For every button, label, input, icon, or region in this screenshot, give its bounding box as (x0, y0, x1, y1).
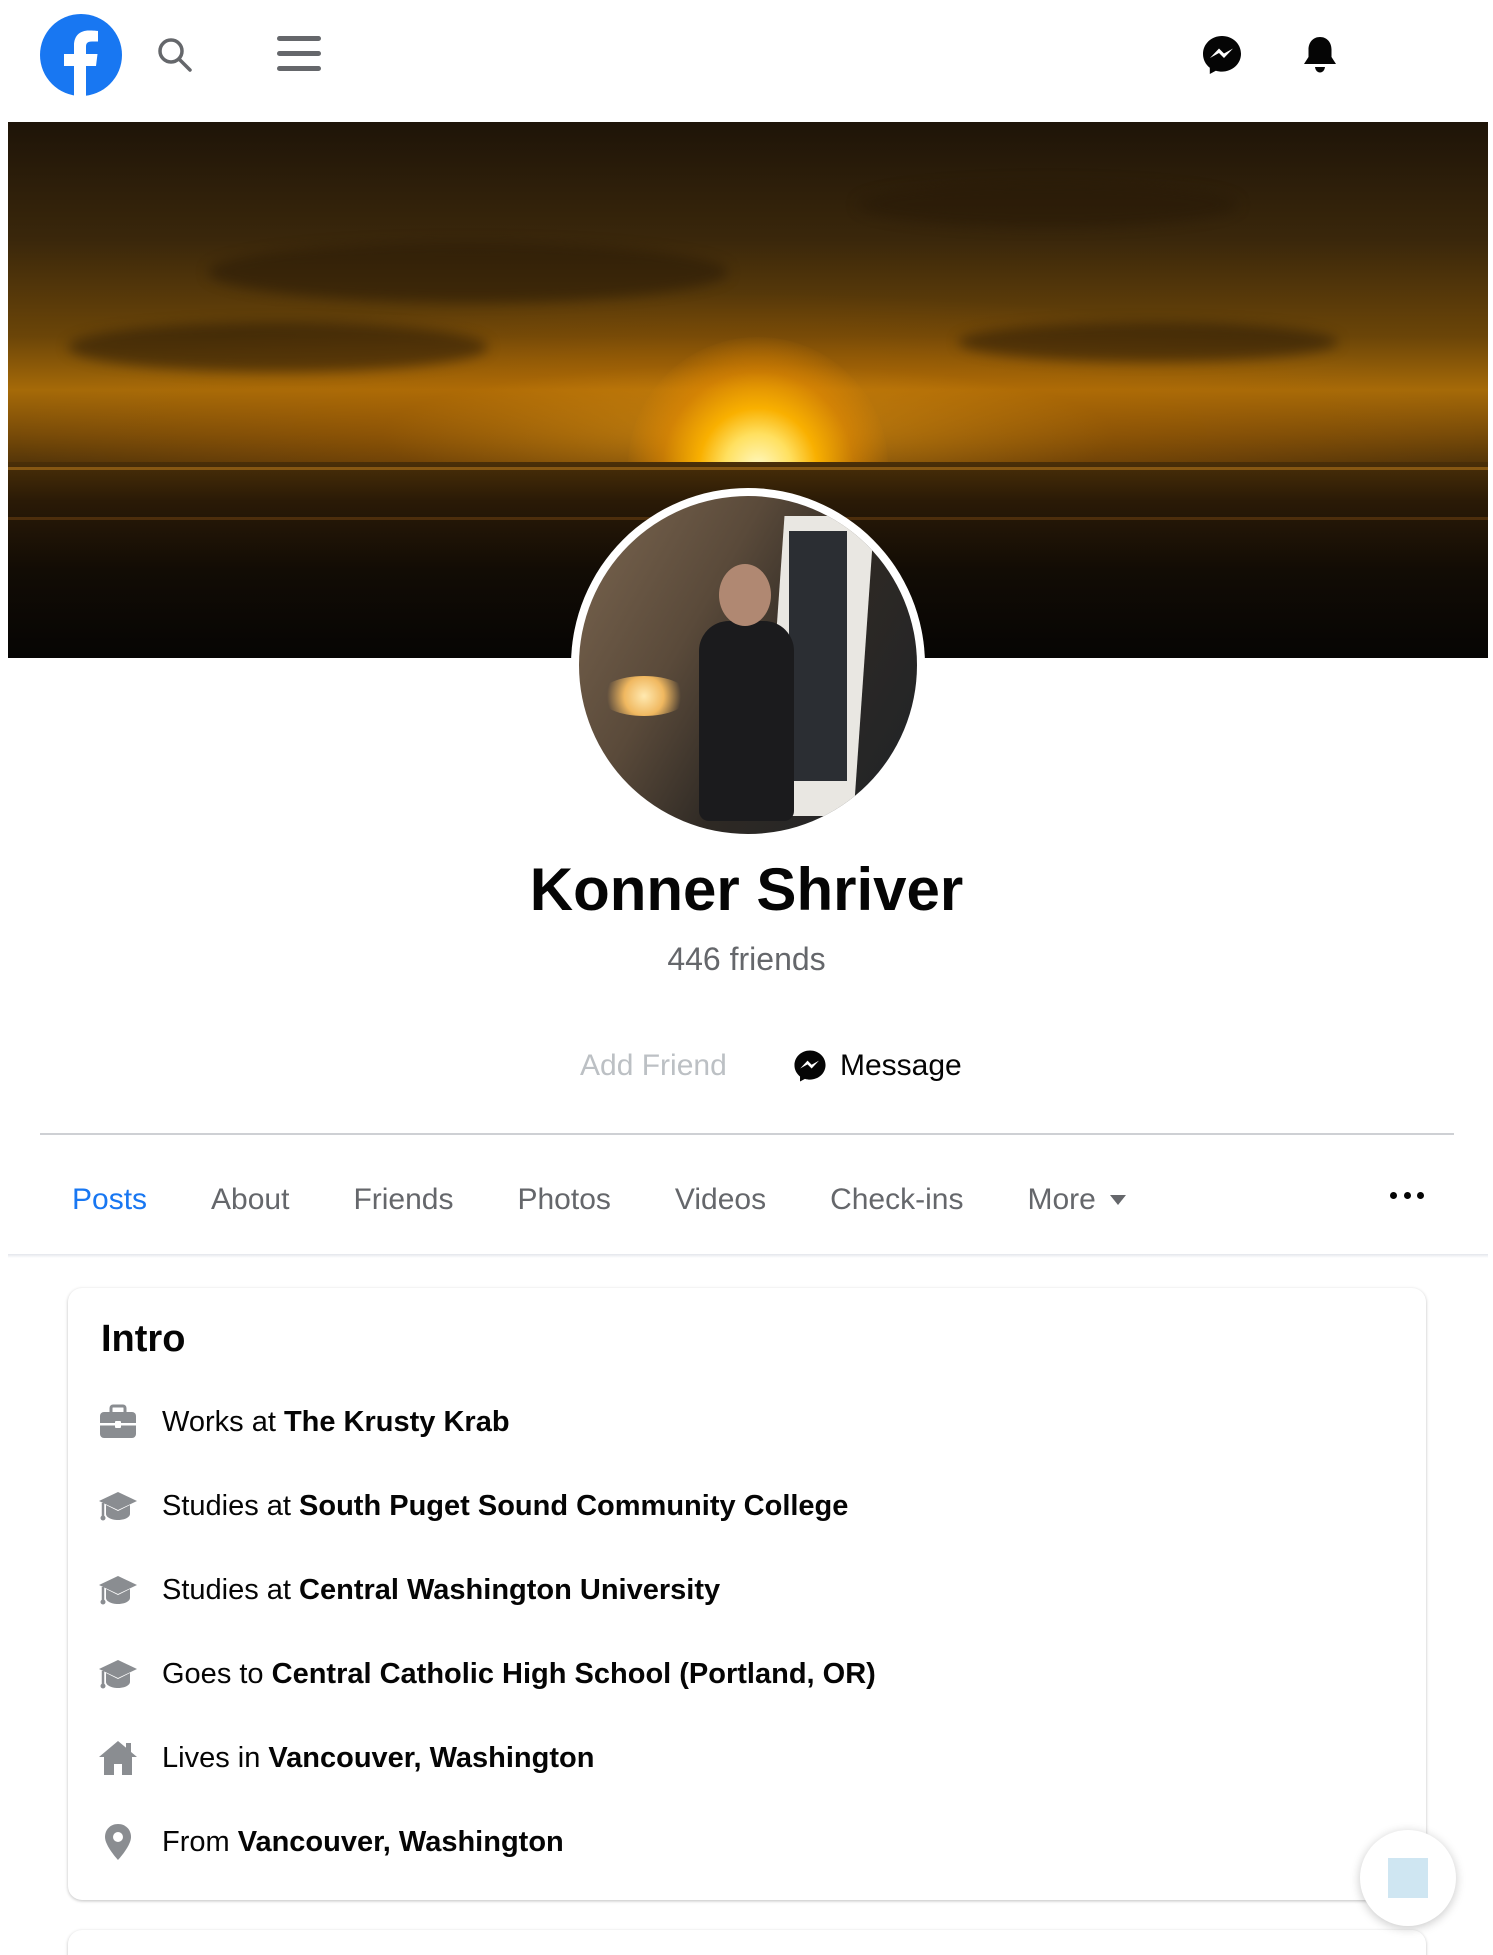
profile-name: Konner Shriver (529, 856, 964, 923)
intro-item-work: Works at The Krusty Krab (96, 1400, 510, 1444)
bell-icon[interactable] (1298, 33, 1342, 77)
avatar-person-head (719, 564, 771, 626)
intro-item-education: Studies at Central Washington University (96, 1568, 720, 1612)
tab-friends[interactable]: Friends (353, 1183, 453, 1217)
top-bar (0, 0, 1493, 120)
fab-square-icon (1388, 1858, 1428, 1898)
intro-item-link[interactable]: Vancouver, Washington (268, 1742, 594, 1774)
intro-item-link[interactable]: South Puget Sound Community College (299, 1490, 848, 1522)
facebook-logo-icon[interactable] (40, 14, 122, 96)
avatar-candle-glow (599, 676, 689, 716)
intro-item-prefix: Studies at (162, 1573, 300, 1606)
next-card (68, 1930, 1426, 1955)
intro-item-text: Studies at South Puget Sound Community C… (162, 1490, 848, 1523)
intro-item-education: Goes to Central Catholic High School (Po… (96, 1652, 876, 1696)
cover-cloud (858, 182, 1238, 227)
intro-item-prefix: Studies at (162, 1489, 300, 1522)
location-pin-icon (96, 1820, 140, 1864)
message-button-label: Message (840, 1049, 962, 1082)
intro-item-link[interactable]: Central Washington University (299, 1574, 720, 1606)
intro-item-prefix: Goes to (162, 1657, 272, 1690)
search-icon[interactable] (155, 35, 195, 75)
house-icon (96, 1736, 140, 1780)
intro-item-text: Studies at Central Washington University (162, 1574, 720, 1607)
message-button[interactable]: Message (792, 1045, 962, 1087)
tab-posts[interactable]: Posts (72, 1183, 147, 1217)
profile-avatar[interactable] (571, 488, 925, 842)
tab-about[interactable]: About (211, 1183, 289, 1217)
avatar-photo (579, 496, 917, 834)
intro-item-prefix: From (162, 1825, 238, 1858)
intro-item-lives-in: Lives in Vancouver, Washington (96, 1736, 594, 1780)
graduation-cap-icon (96, 1568, 140, 1612)
profile-page: Konner Shriver 446 friends Add Friend Me… (0, 0, 1493, 1955)
messenger-icon (794, 1050, 826, 1082)
tab-more-label: More (1027, 1183, 1096, 1216)
hamburger-menu-icon[interactable] (275, 30, 323, 78)
graduation-cap-icon (96, 1652, 140, 1696)
avatar-person-body (699, 621, 794, 821)
intro-title: Intro (101, 1318, 186, 1360)
profile-tabs: Posts About Friends Photos Videos Check-… (72, 1175, 1190, 1225)
intro-item-link[interactable]: The Krusty Krab (284, 1406, 510, 1438)
divider (40, 1133, 1454, 1135)
intro-card: Intro Works at The Krusty Krab Studies a… (68, 1288, 1426, 1900)
intro-item-text: Works at The Krusty Krab (162, 1406, 510, 1439)
tabs-separator (8, 1254, 1488, 1258)
graduation-cap-icon (96, 1484, 140, 1528)
intro-item-link[interactable]: Central Catholic High School (Portland, … (272, 1658, 876, 1690)
intro-item-text: From Vancouver, Washington (162, 1826, 564, 1859)
messenger-icon[interactable] (1200, 33, 1244, 77)
intro-item-prefix: Works at (162, 1405, 284, 1438)
avatar-door-glass (789, 531, 847, 781)
cover-cloud (958, 322, 1338, 362)
friends-count[interactable]: 446 friends (0, 941, 1493, 978)
tab-photos[interactable]: Photos (517, 1183, 610, 1217)
intro-item-link[interactable]: Vancouver, Washington (238, 1826, 564, 1858)
intro-item-education: Studies at South Puget Sound Community C… (96, 1484, 848, 1528)
intro-item-from: From Vancouver, Washington (96, 1820, 564, 1864)
tab-more[interactable]: More (1027, 1183, 1126, 1217)
briefcase-icon (96, 1400, 140, 1444)
tab-videos[interactable]: Videos (675, 1183, 766, 1217)
intro-item-text: Goes to Central Catholic High School (Po… (162, 1658, 876, 1691)
caret-down-icon (1109, 1195, 1126, 1205)
intro-item-prefix: Lives in (162, 1741, 269, 1774)
floating-action-button[interactable] (1360, 1830, 1456, 1926)
tab-check-ins[interactable]: Check-ins (830, 1183, 963, 1217)
cover-horizon (8, 467, 1488, 470)
cover-cloud (68, 322, 488, 372)
add-friend-button[interactable]: Add Friend (580, 1049, 727, 1083)
cover-cloud (208, 242, 728, 302)
intro-item-text: Lives in Vancouver, Washington (162, 1742, 594, 1775)
more-options-icon[interactable] (1390, 1183, 1424, 1207)
